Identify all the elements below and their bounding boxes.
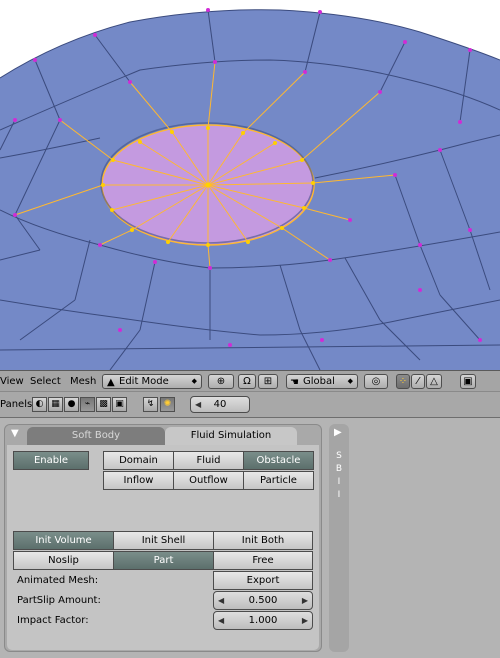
edge-select-icon: ⁄ xyxy=(417,376,419,387)
type-fluid-button[interactable]: Fluid xyxy=(173,451,244,470)
view-menu[interactable]: View xyxy=(0,376,24,387)
pivot-icon: ⊞ xyxy=(263,376,273,387)
object-context-button[interactable]: ⌁ xyxy=(80,397,95,412)
magnet-icon: Ω xyxy=(243,376,251,387)
impact-factor-field[interactable]: ◀ 1.000 ▶ xyxy=(213,611,313,630)
editing-icon: ▩ xyxy=(99,399,108,409)
decrement-arrow-icon[interactable]: ◀ xyxy=(195,397,201,412)
page-number-field[interactable]: ◀ 40 xyxy=(190,396,250,413)
dropdown-arrow-icon: ◆ xyxy=(347,377,353,385)
script-icon: ▦ xyxy=(51,399,60,409)
particle-subcontext-button[interactable]: ✺ xyxy=(160,397,175,412)
type-obstacle-button[interactable]: Obstacle xyxy=(243,451,314,470)
side-panel-tab[interactable]: ▶ SBII xyxy=(329,424,349,652)
increment-arrow-icon[interactable]: ▶ xyxy=(302,592,308,609)
proportional-edit-selector[interactable]: ◎ xyxy=(364,374,388,389)
script-context-button[interactable]: ▦ xyxy=(48,397,63,412)
3d-viewport[interactable] xyxy=(0,0,500,370)
buttons-window-header: Panels ◐ ▦ ● ⌁ ▩ ▣ ↯ ✺ ◀ 40 xyxy=(0,392,500,418)
draw-type-selector[interactable]: ⊕ xyxy=(208,374,234,389)
shading-context-button[interactable]: ● xyxy=(64,397,79,412)
decrement-arrow-icon[interactable]: ◀ xyxy=(218,592,224,609)
pivot-selector[interactable]: ⊞ xyxy=(258,374,278,389)
orientation-selector[interactable]: ☚ Global ◆ xyxy=(286,374,358,389)
fluid-simulation-panel: ▼ Soft Body Fluid Simulation Enable Doma… xyxy=(4,424,322,652)
decrement-arrow-icon[interactable]: ◀ xyxy=(218,612,224,629)
particle-icon: ✺ xyxy=(163,399,172,409)
face-select-icon: △ xyxy=(430,376,438,387)
orientation-label: Global xyxy=(303,376,335,387)
animated-mesh-label: Animated Mesh: xyxy=(17,575,99,586)
mesh-wireframe xyxy=(0,0,500,370)
increment-arrow-icon[interactable]: ▶ xyxy=(302,612,308,629)
init-volume-button[interactable]: Init Volume xyxy=(13,531,114,550)
hand-icon: ☚ xyxy=(290,377,299,388)
type-outflow-button[interactable]: Outflow xyxy=(173,471,244,490)
init-both-button[interactable]: Init Both xyxy=(213,531,313,550)
edge-select-button[interactable]: ⁄ xyxy=(411,374,425,389)
editing-context-button[interactable]: ▩ xyxy=(96,397,111,412)
side-panel-letters: SBII xyxy=(335,451,343,500)
scene-icon: ▣ xyxy=(115,399,124,409)
part-button[interactable]: Part xyxy=(113,551,214,570)
vertex-select-icon: ⁘ xyxy=(398,376,408,387)
draw-type-icon: ⊕ xyxy=(216,376,226,387)
tab-fluid-simulation[interactable]: Fluid Simulation xyxy=(165,427,297,445)
partslip-amount-label: PartSlip Amount: xyxy=(17,595,101,606)
enable-button[interactable]: Enable xyxy=(13,451,89,470)
init-shell-button[interactable]: Init Shell xyxy=(113,531,214,550)
shading-icon: ● xyxy=(67,399,76,409)
render-button[interactable]: ▣ xyxy=(460,374,476,389)
noslip-button[interactable]: Noslip xyxy=(13,551,114,570)
type-inflow-button[interactable]: Inflow xyxy=(103,471,174,490)
panels-label: Panels xyxy=(0,399,33,410)
impact-factor-value: 1.000 xyxy=(248,615,278,626)
mode-selector[interactable]: ▲ Edit Mode ◆ xyxy=(102,374,202,389)
type-particle-button[interactable]: Particle xyxy=(243,471,314,490)
physics-subcontext-button[interactable]: ↯ xyxy=(143,397,158,412)
free-button[interactable]: Free xyxy=(213,551,313,570)
tab-soft-body[interactable]: Soft Body xyxy=(27,427,165,445)
object-icon: ⌁ xyxy=(84,399,91,409)
export-button[interactable]: Export xyxy=(213,571,313,590)
collapse-arrow-icon[interactable]: ▼ xyxy=(11,428,19,439)
logic-context-button[interactable]: ◐ xyxy=(32,397,47,412)
side-panel-arrow-icon[interactable]: ▶ xyxy=(334,427,342,438)
logic-icon: ◐ xyxy=(35,399,44,409)
scene-context-button[interactable]: ▣ xyxy=(112,397,127,412)
type-domain-button[interactable]: Domain xyxy=(103,451,174,470)
mesh-menu[interactable]: Mesh xyxy=(70,376,96,387)
page-number-value: 40 xyxy=(213,399,227,410)
panel-tabs: ▼ Soft Body Fluid Simulation xyxy=(5,425,321,445)
manipulator-toggle[interactable]: Ω xyxy=(238,374,256,389)
proportional-edit-icon: ◎ xyxy=(371,376,381,387)
select-menu[interactable]: Select xyxy=(30,376,61,387)
face-select-button[interactable]: △ xyxy=(426,374,442,389)
render-icon: ▣ xyxy=(463,376,473,387)
mode-icon: ▲ xyxy=(107,377,115,388)
impact-factor-label: Impact Factor: xyxy=(17,615,89,626)
3d-view-header: View Select Mesh ▲ Edit Mode ◆ ⊕ Ω ⊞ ☚ G… xyxy=(0,370,500,392)
partslip-amount-field[interactable]: ◀ 0.500 ▶ xyxy=(213,591,313,610)
physics-icon: ↯ xyxy=(146,399,155,409)
partslip-amount-value: 0.500 xyxy=(248,595,278,606)
mode-selector-label: Edit Mode xyxy=(119,376,169,387)
dropdown-arrow-icon: ◆ xyxy=(191,377,197,385)
buttons-window: ▼ Soft Body Fluid Simulation Enable Doma… xyxy=(0,418,500,658)
panel-content: Enable Domain Fluid Obstacle Inflow Outf… xyxy=(7,445,319,650)
vertex-select-button[interactable]: ⁘ xyxy=(396,374,410,389)
